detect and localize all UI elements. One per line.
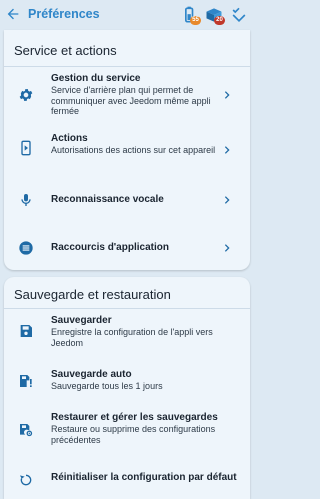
battery-button[interactable]: 55 — [180, 5, 201, 25]
item-subtitle: Service d'arrière plan qui permet de com… — [51, 85, 211, 116]
item-subtitle: Enregistre la configuration de l'appli v… — [51, 327, 213, 348]
package-button[interactable]: 20 — [203, 5, 225, 25]
back-arrow-icon[interactable] — [5, 6, 21, 22]
backup-restore-card: Sauvegarde et restauration Sauvegarder E… — [4, 277, 250, 499]
battery-badge: 55 — [190, 16, 201, 25]
chevron-right-icon — [224, 91, 230, 99]
item-title: Actions — [51, 133, 88, 144]
app-shortcuts-item[interactable]: Raccourcis d'application — [4, 233, 250, 263]
chevron-right-icon — [224, 196, 230, 204]
item-title: Sauvegarde auto — [51, 369, 132, 380]
item-title: Sauvegarder — [51, 315, 112, 326]
item-subtitle: Restaure ou supprime des configurations … — [51, 424, 216, 445]
item-title: Réinitialiser la configuration par défau… — [51, 472, 237, 483]
backup-item[interactable]: Sauvegarder Enregistre la configuration … — [4, 313, 250, 349]
divider — [4, 66, 250, 67]
save-settings-icon — [20, 424, 33, 437]
check-chevron-icon — [232, 7, 246, 23]
item-subtitle: Sauvegarde tous les 1 jours — [51, 381, 163, 391]
list-circle-icon — [19, 241, 33, 255]
item-title: Gestion du service — [51, 73, 141, 84]
section-title: Sauvegarde et restauration — [14, 287, 171, 302]
item-title: Reconnaissance vocale — [51, 194, 164, 205]
service-management-item[interactable]: Gestion du service Service d'arrière pla… — [4, 70, 250, 120]
app-bar: Préférences 55 20 — [0, 0, 254, 30]
auto-backup-item[interactable]: Sauvegarde auto Sauvegarde tous les 1 jo… — [4, 367, 250, 397]
chevron-right-icon — [224, 146, 230, 154]
microphone-icon — [21, 194, 31, 206]
gear-icon — [19, 89, 33, 101]
item-title: Raccourcis d'application — [51, 242, 169, 253]
voice-recognition-item[interactable]: Reconnaissance vocale — [4, 185, 250, 215]
actions-item[interactable]: Actions Autorisations des actions sur ce… — [4, 130, 250, 170]
service-actions-card: Service et actions Gestion du service Se… — [4, 30, 250, 270]
item-subtitle: Autorisations des actions sur cet appare… — [51, 145, 216, 155]
item-title: Restaurer et gérer les sauvegardes — [51, 412, 218, 423]
reset-config-item[interactable]: Réinitialiser la configuration par défau… — [4, 467, 250, 493]
phone-play-icon — [21, 140, 31, 156]
section-title: Service et actions — [14, 43, 117, 58]
check-button[interactable] — [229, 5, 249, 25]
page-title: Préférences — [28, 7, 100, 21]
chevron-right-icon — [224, 244, 230, 252]
save-icon — [20, 325, 32, 337]
reset-icon — [20, 474, 32, 486]
divider — [4, 308, 250, 309]
save-alert-icon — [20, 375, 32, 387]
restore-manage-item[interactable]: Restaurer et gérer les sauvegardes Resta… — [4, 410, 250, 454]
package-badge: 20 — [214, 16, 225, 25]
